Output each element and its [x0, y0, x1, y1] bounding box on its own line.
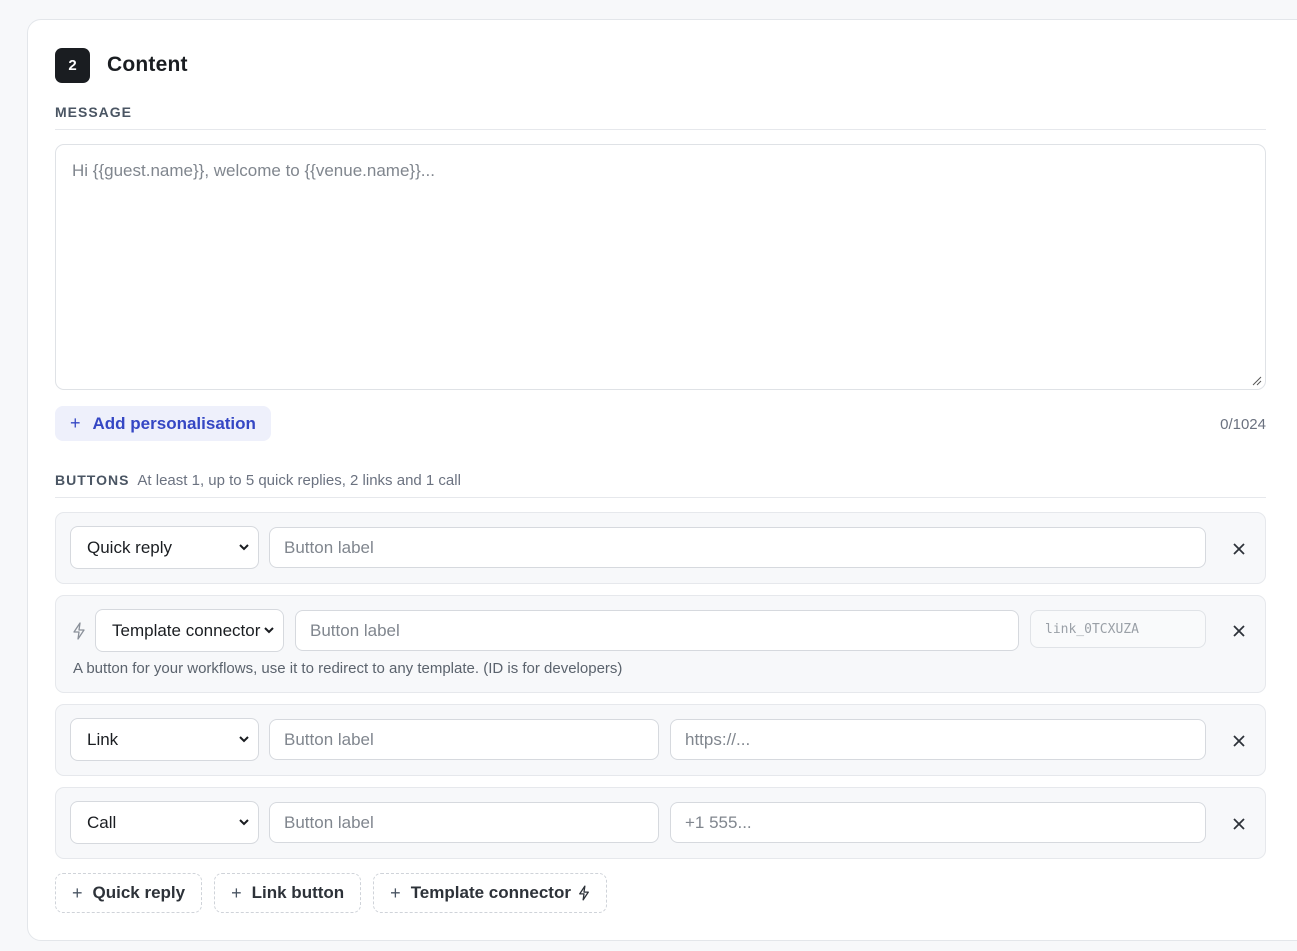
buttons-label: BUTTONS	[55, 472, 130, 488]
close-icon[interactable]	[1232, 734, 1246, 748]
buttons-hint: At least 1, up to 5 quick replies, 2 lin…	[137, 472, 461, 489]
plus-icon: +	[390, 882, 401, 903]
close-icon[interactable]	[1232, 817, 1246, 831]
button-label-input[interactable]: Button label	[295, 610, 1019, 651]
add-link-button[interactable]: + Link button	[214, 873, 362, 913]
button-label-input[interactable]: Button label	[269, 527, 1206, 568]
button-label-input[interactable]: Button label	[269, 719, 659, 760]
add-button-toolbar: + Quick reply + Link button + Template c…	[55, 873, 619, 913]
button-type-value: Quick reply	[87, 537, 173, 557]
add-personalisation-label: Add personalisation	[92, 413, 256, 433]
content-section: 2 Content MESSAGE + Add personalisation …	[55, 20, 1266, 940]
message-label: MESSAGE	[55, 104, 133, 120]
message-textarea[interactable]	[56, 145, 1265, 389]
add-template-connector-label: Template connector	[410, 883, 571, 902]
resize-grip-icon[interactable]	[1252, 376, 1262, 386]
link-url-input[interactable]: https://...	[670, 719, 1206, 760]
plus-icon: +	[72, 882, 83, 903]
step-badge: 2	[55, 47, 90, 83]
plus-icon: +	[231, 882, 242, 903]
section-header: 2 Content	[55, 47, 188, 83]
close-icon[interactable]	[1232, 624, 1246, 638]
add-quick-reply-button[interactable]: + Quick reply	[55, 873, 203, 913]
button-row-link: Link Button label https://...	[55, 704, 1266, 776]
buttons-label-row: BUTTONS At least 1, up to 5 quick replies…	[55, 472, 461, 489]
add-quick-reply-label: Quick reply	[92, 883, 186, 902]
lightning-bolt-icon	[73, 622, 85, 640]
button-type-select[interactable]: Template connector	[95, 609, 284, 652]
add-personalisation-button[interactable]: + Add personalisation	[55, 406, 271, 441]
message-divider	[55, 129, 1266, 130]
button-row-call: Call Button label +1 555...	[55, 787, 1266, 859]
connector-id-field: link_0TCXUZA	[1030, 610, 1206, 648]
button-type-value: Template connector	[112, 620, 261, 640]
chevron-down-icon	[239, 819, 249, 826]
buttons-divider	[55, 497, 1266, 498]
close-icon[interactable]	[1232, 542, 1246, 556]
plus-icon: +	[70, 413, 81, 433]
button-type-select[interactable]: Call	[70, 801, 259, 844]
content-card: 2 Content MESSAGE + Add personalisation …	[27, 19, 1297, 941]
chevron-down-icon	[239, 544, 249, 551]
add-template-connector-button[interactable]: + Template connector	[373, 873, 607, 913]
button-type-value: Call	[87, 812, 117, 832]
button-row-template-connector: Template connector Button label link_0TC…	[55, 595, 1266, 693]
chevron-down-icon	[239, 736, 249, 743]
chevron-down-icon	[264, 627, 274, 634]
add-link-button-label: Link button	[251, 883, 345, 902]
button-type-select[interactable]: Link	[70, 718, 259, 761]
connector-description: A button for your workflows, use it to r…	[73, 660, 623, 677]
phone-number-input[interactable]: +1 555...	[670, 802, 1206, 843]
button-row-quick-reply: Quick reply Button label	[55, 512, 1266, 584]
button-type-value: Link	[87, 729, 119, 749]
button-label-input[interactable]: Button label	[269, 802, 659, 843]
section-title: Content	[107, 53, 188, 76]
lightning-bolt-icon	[579, 885, 589, 901]
message-textarea-wrapper	[55, 144, 1266, 390]
button-type-select[interactable]: Quick reply	[70, 526, 259, 569]
character-counter: 0/1024	[1220, 416, 1266, 433]
